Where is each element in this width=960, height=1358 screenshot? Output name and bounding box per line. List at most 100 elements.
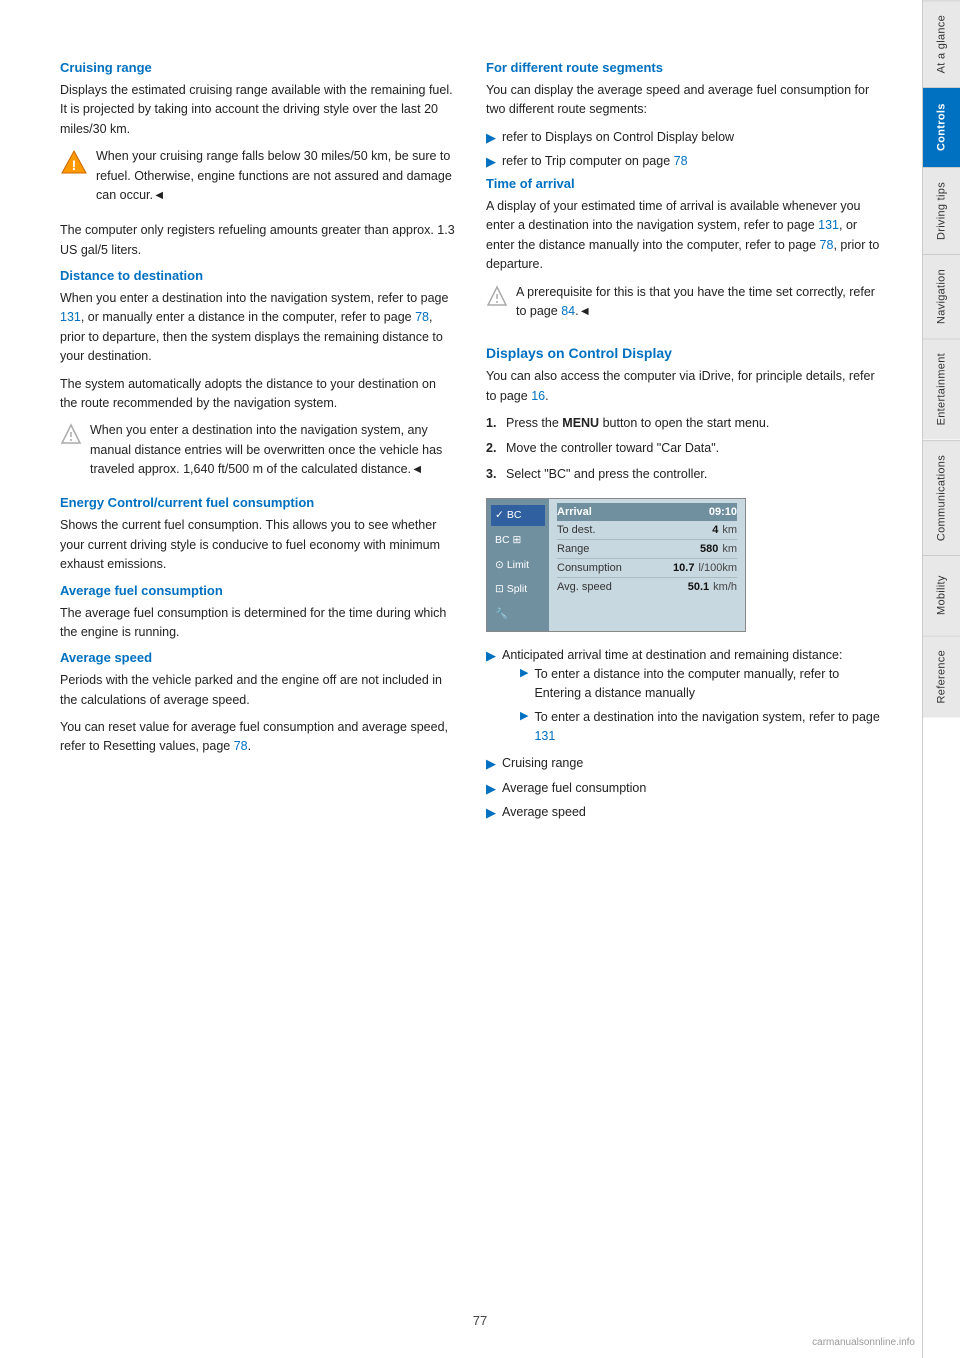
warning-text-cruising: When your cruising range falls below 30 … [96,147,456,205]
bc-value-range: 580 km [700,543,737,555]
link-78-arrival[interactable]: 78 [820,238,834,252]
sidebar-tab-at-a-glance[interactable]: At a glance [923,0,960,87]
bullet-arrow-1: ▶ [486,128,496,148]
section-title-time-arrival: Time of arrival [486,176,882,191]
sidebar-tab-communications[interactable]: Communications [923,440,960,555]
bc-item-tools: 🔧 [491,604,545,625]
note-text-arrival: A prerequisite for this is that you have… [516,283,882,322]
section-cruising-range: Cruising range Displays the estimated cr… [60,60,456,260]
cruising-range-para-3: The computer only registers refueling am… [60,221,456,260]
watermark: carmanualsonnline.info [812,1337,915,1348]
displays-control-para-1: You can also access the computer via iDr… [486,367,882,406]
bullet-avg-fuel-cons: ▶ Average fuel consumption [486,779,882,799]
section-title-energy: Energy Control/current fuel consumption [60,495,456,510]
sub-bullet-enter-distance: ▶ To enter a distance into the computer … [502,665,882,704]
bullet-avg-fuel-text: Average fuel consumption [502,779,646,799]
bc-value-consumption: 10.7 l/100km [673,562,737,574]
bc-screen-inner: ✓ BC BC ⊞ ⊙ Limit ⊡ Split 🔧 [487,499,745,630]
bullet-control-display: ▶ refer to Displays on Control Display b… [486,128,882,148]
bullet-avg-speed: ▶ Average speed [486,803,882,823]
note-box-distance: When you enter a destination into the na… [60,421,456,487]
note-icon-distance [60,423,82,445]
section-different-route: For different route segments You can dis… [486,60,882,172]
bc-item-split: ⊡ Split [491,579,545,600]
warning-icon: ! [60,149,88,177]
sidebar-tab-reference[interactable]: Reference [923,635,960,717]
link-131-distance[interactable]: 131 [60,310,81,324]
sidebar: At a glance Controls Driving tips Naviga… [922,0,960,1358]
step-3: 3. Select "BC" and press the controller. [486,465,882,484]
bc-screen: ✓ BC BC ⊞ ⊙ Limit ⊡ Split 🔧 [486,498,746,631]
step-3-num: 3. [486,465,500,484]
bc-unit-consumption: l/100km [698,562,737,574]
link-78-distance[interactable]: 78 [415,310,429,324]
bullet-arrival-text: Anticipated arrival time at destination … [502,648,842,662]
step-3-text: Select "BC" and press the controller. [506,465,707,484]
bc-row-range: Range 580 km [557,540,737,559]
section-title-different-route: For different route segments [486,60,882,75]
bullet-arrow-arrival: ▶ [486,646,496,751]
bullet-cruising-text: Cruising range [502,754,583,774]
avg-speed-para-1: Periods with the vehicle parked and the … [60,671,456,710]
sidebar-tab-mobility[interactable]: Mobility [923,555,960,635]
avg-speed-para-2: You can reset value for average fuel con… [60,718,456,757]
bc-header-row: Arrival 09:10 [557,503,737,521]
bullet-arrow-2: ▶ [486,152,496,172]
left-column: Cruising range Displays the estimated cr… [60,60,456,1318]
distance-para-1: When you enter a destination into the na… [60,289,456,367]
section-average-speed: Average speed Periods with the vehicle p… [60,650,456,757]
sidebar-tab-navigation[interactable]: Navigation [923,254,960,338]
link-16-idrive[interactable]: 16 [531,389,545,403]
bullet-arrow-as: ▶ [486,803,496,823]
section-displays-control: Displays on Control Display You can also… [486,345,882,823]
svg-text:!: ! [72,157,77,173]
link-84-arrival[interactable]: 84 [561,304,575,318]
sidebar-tab-entertainment[interactable]: Entertainment [923,338,960,439]
sub-arrow-2: ▶ [520,708,528,747]
cruising-range-para-1: Displays the estimated cruising range av… [60,81,456,139]
bullet-cruising-range: ▶ Cruising range [486,754,882,774]
section-title-avg-speed: Average speed [60,650,456,665]
bc-item-bc-grid: BC ⊞ [491,530,545,551]
bc-header-value: 09:10 [709,506,737,518]
section-distance-to-destination: Distance to destination When you enter a… [60,268,456,487]
bc-row-avg-speed: Avg. speed 50.1 km/h [557,578,737,596]
bullet-arrow-cr: ▶ [486,754,496,774]
section-title-avg-fuel: Average fuel consumption [60,583,456,598]
section-energy-control: Energy Control/current fuel consumption … [60,495,456,574]
bc-right-panel: Arrival 09:10 To dest. 4 km Range 580 km [549,499,745,630]
link-131-after[interactable]: 131 [534,729,555,743]
note-text-distance: When you enter a destination into the na… [90,421,456,479]
bc-unit-range: km [722,543,737,555]
bc-item-limit: ⊙ Limit [491,555,545,576]
step-1-num: 1. [486,414,500,433]
note-box-arrival: A prerequisite for this is that you have… [486,283,882,330]
link-78-speed[interactable]: 78 [234,739,248,753]
sidebar-tab-controls[interactable]: Controls [923,87,960,167]
main-content: Cruising range Displays the estimated cr… [0,0,922,1358]
bc-left-panel: ✓ BC BC ⊞ ⊙ Limit ⊡ Split 🔧 [487,499,549,630]
bc-label-consumption: Consumption [557,562,622,574]
bullet-arrow-afc: ▶ [486,779,496,799]
bc-label-to-dest: To dest. [557,524,596,536]
bc-unit-to-dest: km [722,524,737,536]
sidebar-tab-driving-tips[interactable]: Driving tips [923,167,960,254]
sub-text-2: To enter a destination into the navigati… [534,708,882,747]
bc-value-avg-speed: 50.1 km/h [688,581,737,593]
different-route-para-1: You can display the average speed and av… [486,81,882,120]
bc-header-label: Arrival [557,506,592,518]
bc-check-icon: ✓ [495,508,504,523]
link-131-arrival[interactable]: 131 [818,218,839,232]
bullet-arrival-content: Anticipated arrival time at destination … [502,646,882,751]
step-2-text: Move the controller toward "Car Data". [506,439,719,458]
link-78-trip[interactable]: 78 [674,154,688,168]
time-arrival-para-1: A display of your estimated time of arri… [486,197,882,275]
bc-clock-icon: ⊙ [495,558,504,573]
section-average-fuel: Average fuel consumption The average fue… [60,583,456,643]
section-title-distance: Distance to destination [60,268,456,283]
sub-arrow-1: ▶ [520,665,528,704]
bc-unit-avg-speed: km/h [713,581,737,593]
section-title-cruising-range: Cruising range [60,60,456,75]
sub-bullet-enter-destination: ▶ To enter a destination into the naviga… [502,708,882,747]
sub-text-1: To enter a distance into the computer ma… [534,665,882,704]
